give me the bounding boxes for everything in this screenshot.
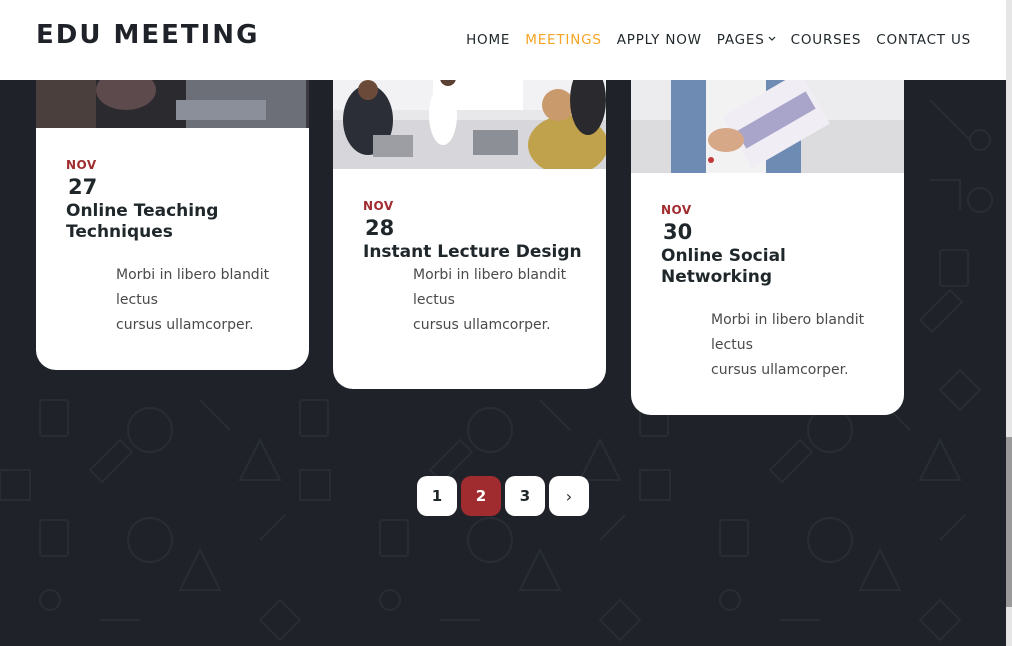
page-button-3[interactable]: 3	[505, 476, 545, 516]
card-title-line: Online Teaching	[66, 201, 219, 221]
page-button-2[interactable]: 2	[461, 476, 501, 516]
card-description: Morbi in libero blandit lectus cursus ul…	[413, 263, 583, 338]
card-description: Morbi in libero blandit lectus cursus ul…	[116, 263, 286, 338]
card-description: Morbi in libero blandit lectus cursus ul…	[711, 308, 881, 383]
nav-item-courses[interactable]: COURSES	[791, 32, 862, 48]
card-day: 28	[365, 216, 395, 240]
card-body: NOV 27 Online Teaching Techniques Morbi …	[66, 158, 289, 338]
card-description-line: lectus	[711, 337, 753, 353]
nav-item-contact-us[interactable]: CONTACT US	[876, 32, 971, 48]
card-description-line: lectus	[413, 292, 455, 308]
card-day: 27	[68, 175, 98, 199]
meeting-card[interactable]: NOV 28 Instant Lecture Design Morbi in l…	[333, 60, 606, 389]
page-scrollbar[interactable]	[1006, 0, 1012, 646]
card-body: NOV 30 Online Social Networking Morbi in…	[661, 203, 884, 383]
card-title-line: Online Social	[661, 246, 786, 266]
chevron-down-icon	[768, 35, 776, 45]
meeting-card[interactable]: NOV 27 Online Teaching Techniques Morbi …	[36, 60, 309, 370]
site-logo[interactable]: EDU MEETING	[36, 20, 259, 50]
nav-item-home[interactable]: HOME	[466, 32, 510, 48]
site-header: EDU MEETING HOME MEETINGS APPLY NOW PAGE…	[0, 0, 1006, 80]
card-description-line: lectus	[116, 292, 158, 308]
scrollbar-thumb[interactable]	[1006, 437, 1012, 607]
card-description-line: Morbi in libero blandit	[413, 267, 567, 283]
card-title[interactable]: Instant Lecture Design	[363, 242, 586, 263]
nav-item-apply-now[interactable]: APPLY NOW	[617, 32, 702, 48]
chevron-right-icon: ›	[565, 486, 573, 506]
card-body: NOV 28 Instant Lecture Design Morbi in l…	[363, 199, 586, 338]
page-button-1[interactable]: 1	[417, 476, 457, 516]
card-title-line: Techniques	[66, 222, 173, 242]
main-nav: HOME MEETINGS APPLY NOW PAGES COURSES CO…	[466, 32, 971, 48]
card-title[interactable]: Online Teaching Techniques	[66, 201, 289, 243]
card-title-line: Networking	[661, 267, 773, 287]
nav-item-label: PAGES	[716, 32, 765, 48]
card-title[interactable]: Online Social Networking	[661, 246, 884, 288]
meeting-card[interactable]: NOV 30 Online Social Networking Morbi in…	[631, 60, 904, 415]
nav-item-pages[interactable]: PAGES	[717, 32, 776, 48]
card-month: NOV	[66, 158, 97, 172]
card-description-line: cursus ullamcorper.	[116, 317, 254, 333]
card-title-line: Instant Lecture Design	[363, 242, 582, 262]
card-month: NOV	[363, 199, 394, 213]
card-description-line: Morbi in libero blandit	[711, 312, 865, 328]
next-page-button[interactable]: ›	[549, 476, 589, 516]
card-month: NOV	[661, 203, 692, 217]
pagination: 1 2 3 ›	[417, 476, 589, 516]
card-description-line: cursus ullamcorper.	[711, 362, 849, 378]
card-day: 30	[663, 220, 693, 244]
nav-item-meetings[interactable]: MEETINGS	[525, 32, 601, 48]
card-description-line: Morbi in libero blandit	[116, 267, 270, 283]
card-description-line: cursus ullamcorper.	[413, 317, 551, 333]
